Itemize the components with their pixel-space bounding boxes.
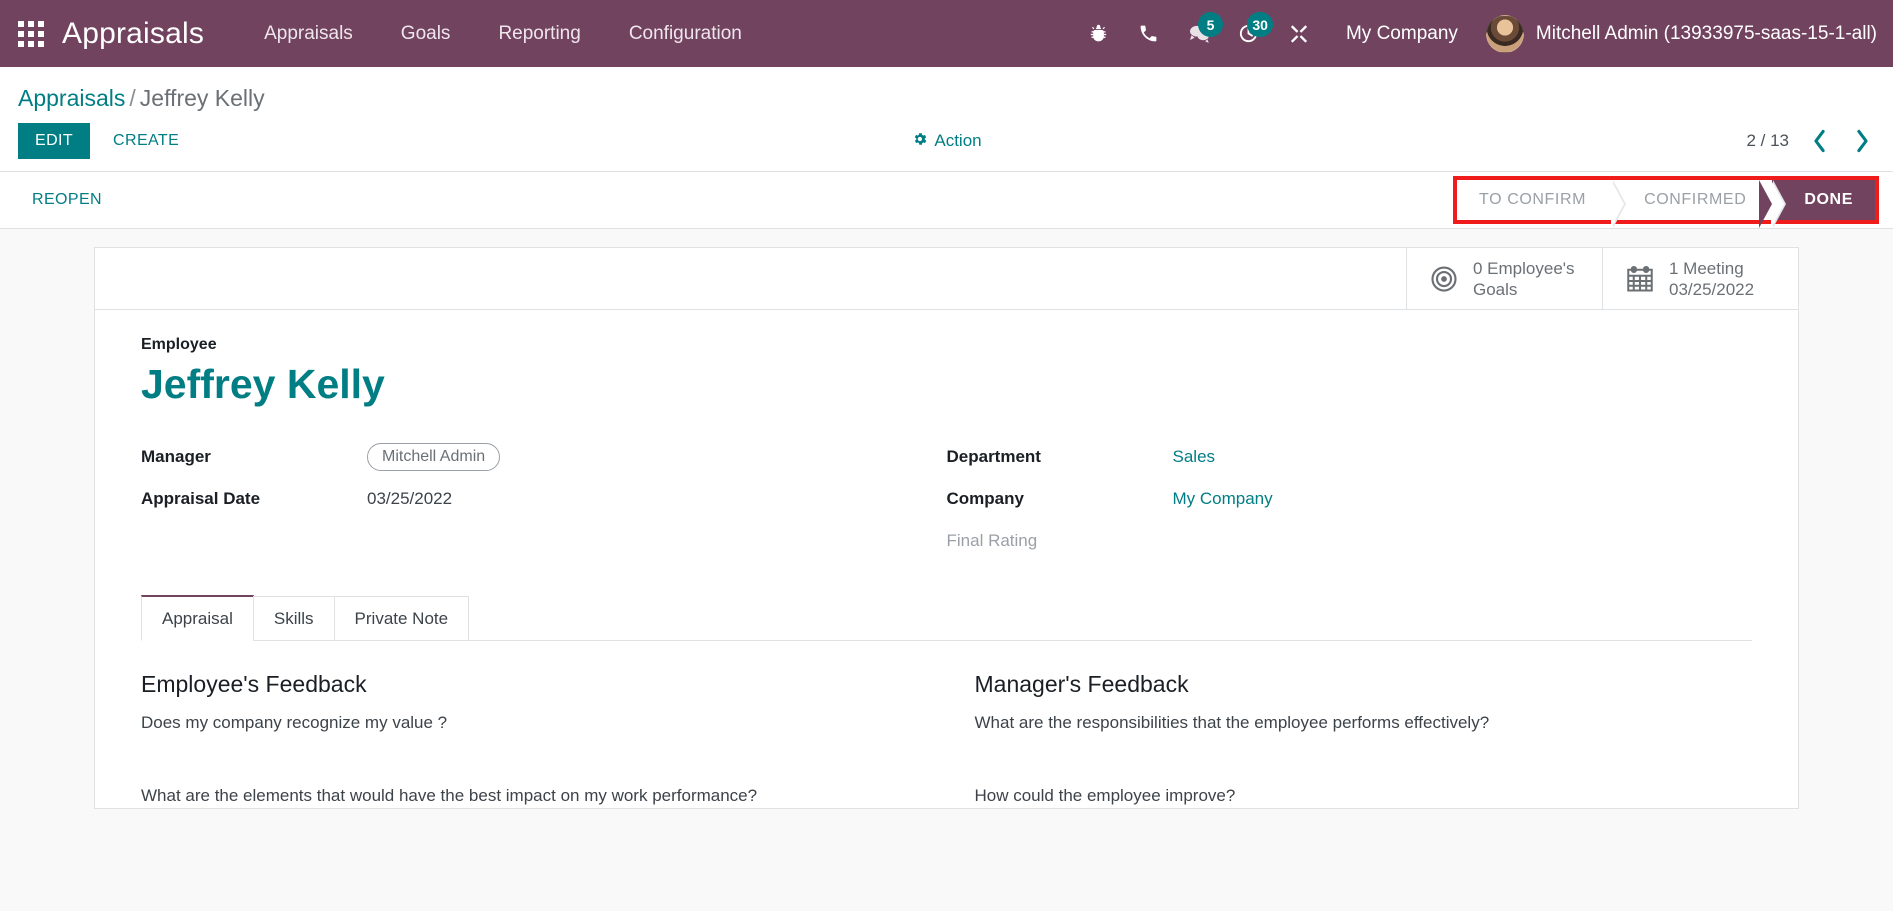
menu-item-configuration[interactable]: Configuration xyxy=(605,0,766,67)
field-company-value[interactable]: My Company xyxy=(1173,489,1273,509)
main-menu: Appraisals Goals Reporting Configuration xyxy=(240,0,766,67)
gear-icon xyxy=(911,131,927,152)
form-body: Employee Jeffrey Kelly Manager Mitchell … xyxy=(95,310,1798,808)
fields-grid: Manager Mitchell Admin Appraisal Date 03… xyxy=(141,436,1752,562)
status-bar-row: REOPEN TO CONFIRM CONFIRMED DONE xyxy=(0,171,1893,229)
manager-feedback-column: Manager's Feedback What are the responsi… xyxy=(947,671,1753,808)
notebook-tabs: Appraisal Skills Private Note xyxy=(141,594,1752,641)
fields-left-column: Manager Mitchell Admin Appraisal Date 03… xyxy=(141,436,947,562)
pager: 2 / 13 xyxy=(1746,129,1875,153)
tab-appraisal[interactable]: Appraisal xyxy=(141,595,254,641)
phone-icon[interactable] xyxy=(1124,0,1174,67)
field-department-label: Department xyxy=(946,447,1041,466)
smart-button-employee-goals[interactable]: 0 Employee's Goals xyxy=(1406,248,1602,309)
pager-next-button[interactable] xyxy=(1850,129,1875,153)
employee-feedback-question-1[interactable]: Does my company recognize my value ? xyxy=(141,710,947,735)
field-appraisal-date-value: 03/25/2022 xyxy=(367,489,453,508)
target-goals-icon xyxy=(1429,264,1459,294)
create-button[interactable]: CREATE xyxy=(96,123,196,159)
field-final-rating-label: Final Rating xyxy=(946,531,1038,550)
pager-previous-button[interactable] xyxy=(1807,129,1832,153)
smart-button-meeting-line2: 03/25/2022 xyxy=(1669,279,1755,299)
breadcrumb-current: Jeffrey Kelly xyxy=(139,85,265,111)
activities-clock-icon[interactable]: 30 xyxy=(1224,0,1274,67)
stage-done[interactable]: DONE xyxy=(1759,180,1875,228)
smart-button-goals-line2: Goals xyxy=(1473,279,1518,299)
field-department: Department Sales xyxy=(947,436,1753,478)
breadcrumb-bar: Appraisals / Jeffrey Kelly xyxy=(0,67,1893,113)
pager-value: 2 / 13 xyxy=(1746,131,1789,150)
top-navbar: Appraisals Appraisals Goals Reporting Co… xyxy=(0,0,1893,67)
app-brand-title[interactable]: Appraisals xyxy=(62,17,204,51)
notebook: Appraisal Skills Private Note Employee's… xyxy=(141,594,1752,808)
employee-feedback-title: Employee's Feedback xyxy=(141,671,367,697)
status-highlight-box: TO CONFIRM CONFIRMED DONE xyxy=(1453,176,1879,228)
control-panel-buttons: EDIT CREATE Action 2 / 13 xyxy=(0,113,1893,171)
manager-feedback-question-1[interactable]: What are the responsibilities that the e… xyxy=(975,710,1753,735)
breadcrumb-separator: / xyxy=(129,85,136,111)
smart-button-meeting[interactable]: 1 Meeting 03/25/2022 xyxy=(1602,248,1798,309)
apps-menu-button[interactable] xyxy=(0,0,62,67)
field-appraisal-date-label: Appraisal Date xyxy=(141,489,261,508)
field-company-label: Company xyxy=(946,489,1024,508)
navbar-right-tools: 5 30 My Company Mitchell Admin (13933975… xyxy=(1074,0,1877,67)
field-final-rating: Final Rating xyxy=(947,520,1753,562)
stage-confirmed-label: CONFIRMED xyxy=(1644,191,1747,208)
edit-button[interactable]: EDIT xyxy=(18,123,91,159)
employee-name-value[interactable]: Jeffrey Kelly xyxy=(141,358,1752,410)
field-manager-label: Manager xyxy=(141,447,211,466)
smart-button-meeting-line1: 1 Meeting xyxy=(1669,258,1744,278)
stage-done-label: DONE xyxy=(1804,191,1853,208)
manager-feedback-title: Manager's Feedback xyxy=(974,671,1189,697)
smart-button-row: 0 Employee's Goals 1 Meeting 03/25/2022 xyxy=(95,248,1798,310)
stage-to-confirm-label: TO CONFIRM xyxy=(1479,191,1587,208)
employee-feedback-question-2[interactable]: What are the elements that would have th… xyxy=(141,783,947,808)
messages-badge: 5 xyxy=(1197,12,1223,37)
tab-skills[interactable]: Skills xyxy=(252,596,335,641)
manager-feedback-question-2[interactable]: How could the employee improve? xyxy=(975,783,1753,808)
breadcrumb: Appraisals / Jeffrey Kelly xyxy=(18,83,1875,113)
activities-badge: 30 xyxy=(1247,12,1273,37)
smart-button-meeting-text: 1 Meeting 03/25/2022 xyxy=(1669,258,1754,300)
bug-icon[interactable] xyxy=(1074,0,1124,67)
field-company: Company My Company xyxy=(947,478,1753,520)
messages-icon[interactable]: 5 xyxy=(1174,0,1224,67)
smart-button-goals-text: 0 Employee's Goals xyxy=(1473,258,1575,300)
calendar-icon xyxy=(1625,264,1655,294)
employee-field-label: Employee xyxy=(141,336,217,353)
avatar xyxy=(1485,14,1524,53)
content-area: 0 Employee's Goals 1 Meeting 03/25/2022 … xyxy=(0,229,1893,907)
field-manager: Manager Mitchell Admin xyxy=(141,436,947,478)
menu-item-reporting[interactable]: Reporting xyxy=(474,0,604,67)
menu-item-appraisals[interactable]: Appraisals xyxy=(240,0,377,67)
menu-item-goals[interactable]: Goals xyxy=(377,0,475,67)
stage-confirmed[interactable]: CONFIRMED xyxy=(1612,180,1787,228)
action-label: Action xyxy=(934,131,982,150)
apps-grid-icon xyxy=(18,20,44,47)
reopen-button[interactable]: REOPEN xyxy=(18,183,116,217)
breadcrumb-root[interactable]: Appraisals xyxy=(18,85,125,111)
fields-right-column: Department Sales Company My Company Fina… xyxy=(947,436,1753,562)
company-switcher[interactable]: My Company xyxy=(1324,23,1480,45)
employee-feedback-column: Employee's Feedback Does my company reco… xyxy=(141,671,947,808)
field-manager-value: Mitchell Admin xyxy=(367,443,501,471)
smart-button-goals-line1: 0 Employee's xyxy=(1473,258,1575,278)
stage-to-confirm[interactable]: TO CONFIRM xyxy=(1457,180,1627,228)
tab-private-note[interactable]: Private Note xyxy=(333,596,470,641)
user-menu[interactable]: Mitchell Admin (13933975-saas-15-1-all) xyxy=(1480,14,1877,53)
manager-tag[interactable]: Mitchell Admin xyxy=(367,443,501,471)
action-menu-button[interactable]: Action xyxy=(911,131,982,152)
field-appraisal-date: Appraisal Date 03/25/2022 xyxy=(141,478,947,520)
field-department-value[interactable]: Sales xyxy=(1173,447,1216,467)
user-name-label: Mitchell Admin (13933975-saas-15-1-all) xyxy=(1535,22,1877,44)
developer-tools-icon[interactable] xyxy=(1274,0,1324,67)
status-bar: TO CONFIRM CONFIRMED DONE xyxy=(1457,180,1875,228)
form-sheet: 0 Employee's Goals 1 Meeting 03/25/2022 … xyxy=(94,247,1799,809)
tab-panel-appraisal: Employee's Feedback Does my company reco… xyxy=(141,641,1752,808)
